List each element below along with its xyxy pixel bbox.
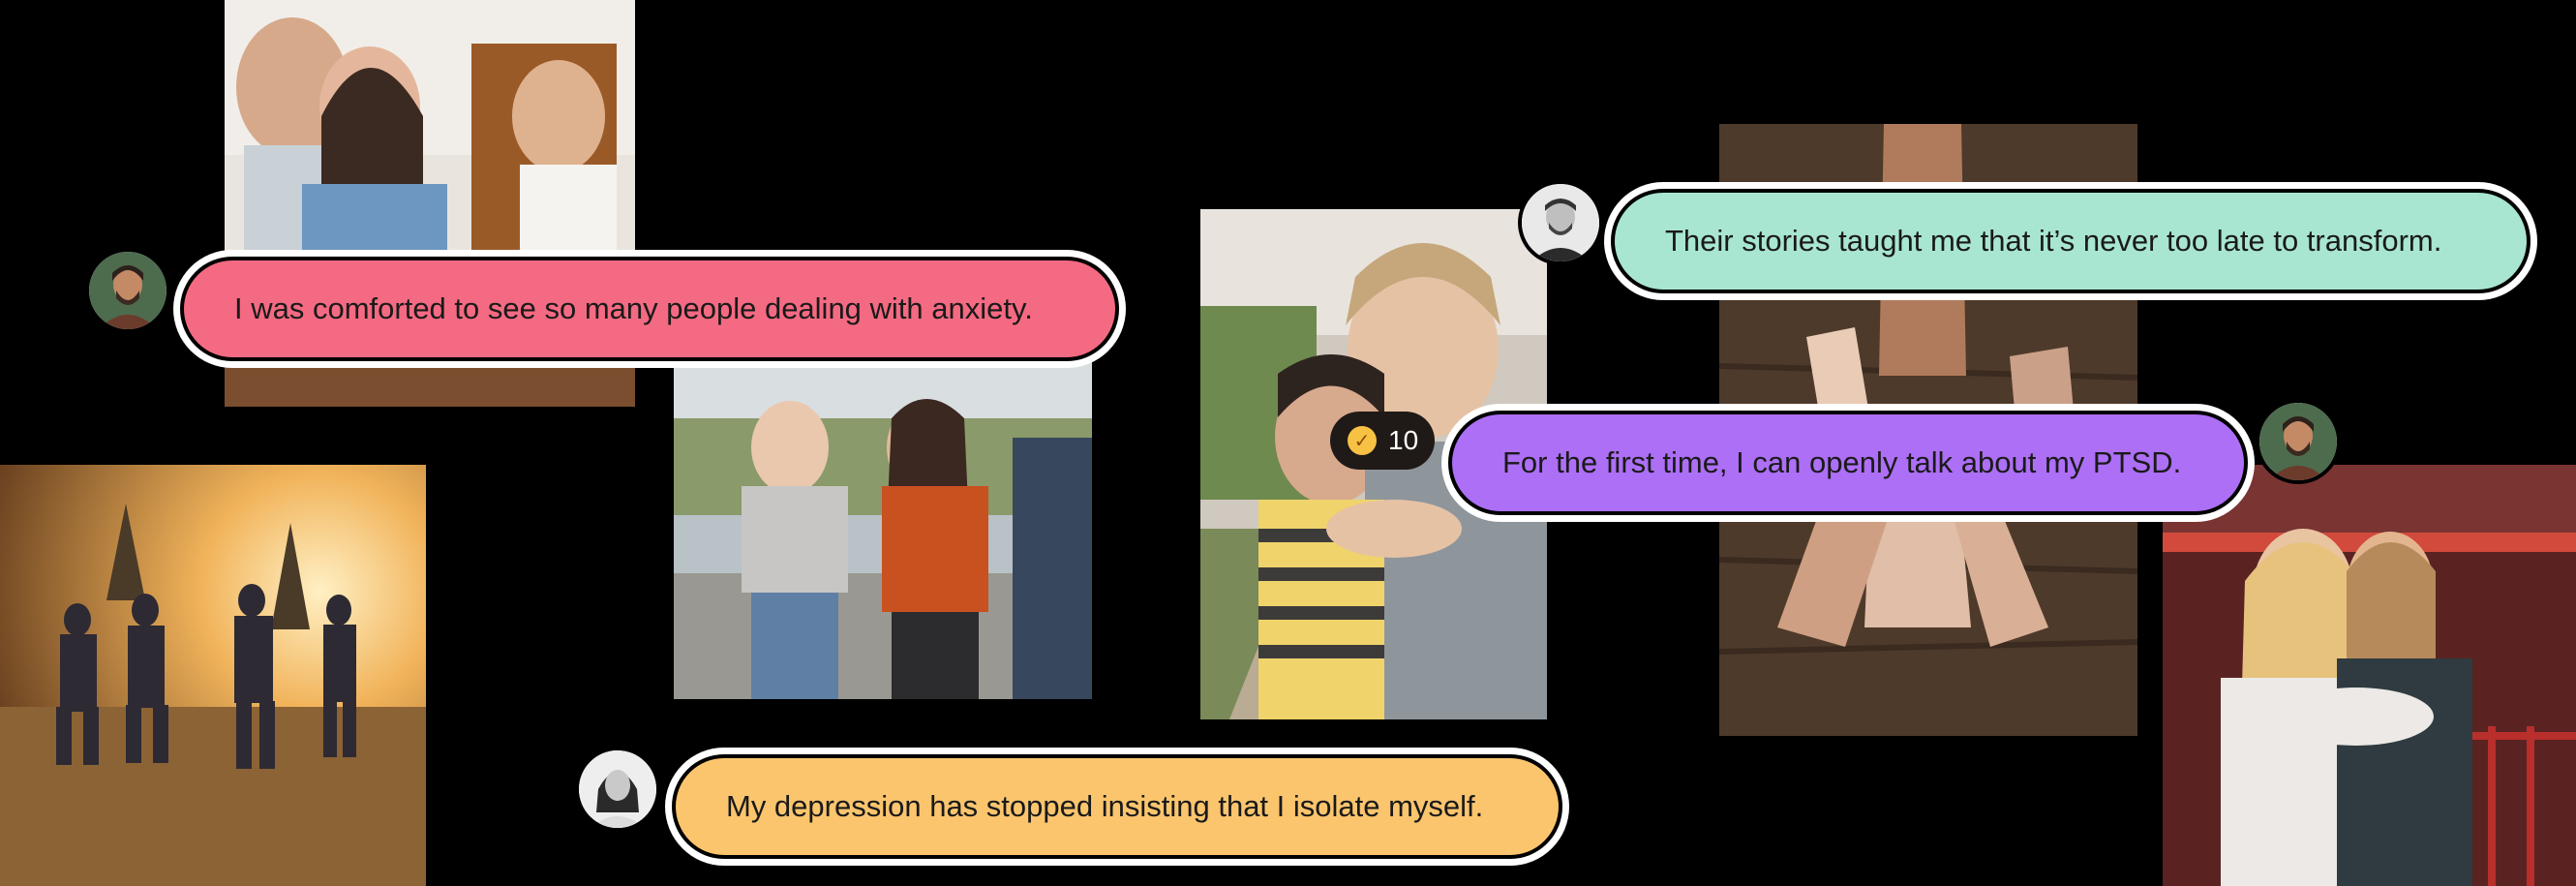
- testimonial-bubble-ptsd: For the first time, I can openly talk ab…: [1448, 411, 2248, 515]
- ok-hand-emoji-icon: ✓: [1348, 426, 1377, 455]
- women-laughing-photo: [674, 360, 1092, 699]
- user-avatar-2: [1522, 184, 1599, 261]
- testimonial-text: Their stories taught me that it’s never …: [1665, 224, 2442, 258]
- two-women-hug-photo: [2163, 465, 2576, 886]
- user-avatar-3: [2259, 403, 2337, 480]
- testimonial-text: For the first time, I can openly talk ab…: [1502, 445, 2182, 479]
- testimonial-text: My depression has stopped insisting that…: [726, 789, 1484, 823]
- testimonial-bubble-anxiety: I was comforted to see so many people de…: [180, 257, 1119, 361]
- testimonial-text: I was comforted to see so many people de…: [234, 291, 1033, 325]
- sunset-running-photo: [0, 465, 426, 886]
- user-avatar-1: [89, 252, 167, 329]
- reaction-badge[interactable]: ✓ 10: [1330, 412, 1435, 470]
- reaction-count: 10: [1388, 425, 1419, 455]
- user-avatar-4: [579, 750, 656, 828]
- testimonial-bubble-depression: My depression has stopped insisting that…: [672, 754, 1562, 859]
- testimonial-collage: I was comforted to see so many people de…: [0, 0, 2576, 886]
- testimonial-bubble-transform: Their stories taught me that it’s never …: [1611, 189, 2531, 293]
